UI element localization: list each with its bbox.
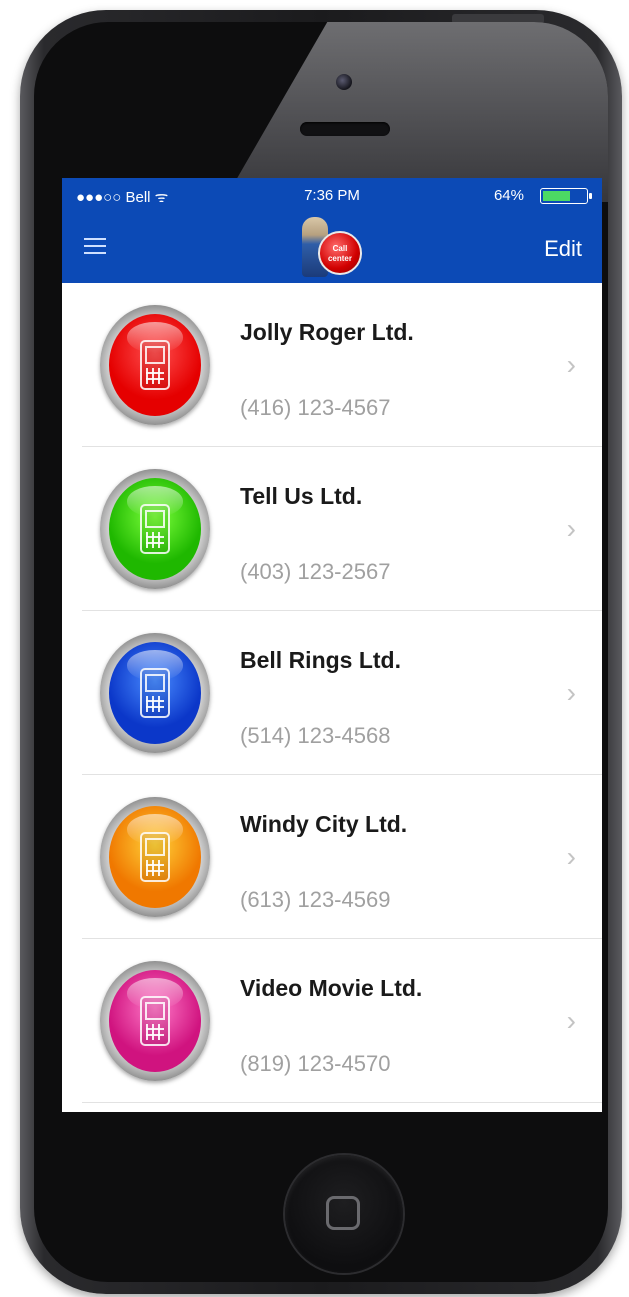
contact-phone: (819) 123-4570 (240, 1051, 391, 1076)
contact-row[interactable]: Video Movie Ltd. (819) 123-4570 › (62, 939, 602, 1103)
home-square-icon (326, 1196, 360, 1230)
contact-orb (100, 961, 210, 1081)
edit-button[interactable]: Edit (544, 236, 582, 262)
earpiece-speaker (300, 122, 390, 136)
orb-shine (127, 650, 183, 681)
orb-shine (127, 814, 183, 845)
contact-phone: (416) 123-4567 (240, 395, 391, 420)
contact-row[interactable]: Windy City Ltd. (613) 123-4569 › (62, 775, 602, 939)
contact-name: Video Movie Ltd. (240, 975, 423, 1001)
chevron-right-icon[interactable]: › (567, 1007, 576, 1035)
contact-row[interactable]: Bell Rings Ltd. (514) 123-4568 › (62, 611, 602, 775)
chevron-right-icon[interactable]: › (567, 351, 576, 379)
contact-phone: (403) 123-2567 (240, 559, 391, 584)
battery-tip (589, 193, 592, 199)
contact-list: Jolly Roger Ltd. (416) 123-4567 › Tell Us L… (62, 283, 602, 1103)
contact-name: Jolly Roger Ltd. (240, 319, 414, 345)
contact-orb (100, 305, 210, 425)
home-button[interactable] (285, 1155, 403, 1273)
chevron-right-icon[interactable]: › (567, 515, 576, 543)
contact-name: Bell Rings Ltd. (240, 647, 401, 673)
row-separator (82, 1102, 602, 1103)
contact-row[interactable]: Jolly Roger Ltd. (416) 123-4567 › (62, 283, 602, 447)
contact-row[interactable]: Tell Us Ltd. (403) 123-2567 › (62, 447, 602, 611)
contact-name: Windy City Ltd. (240, 811, 408, 837)
orb-shine (127, 322, 183, 353)
contact-name: Tell Us Ltd. (240, 483, 363, 509)
app-screen: ●●●○○ Bell ᯤ 7:36 PM 64% Call center Edi… (62, 178, 602, 1112)
contact-orb (100, 633, 210, 753)
orb-shine (127, 486, 183, 517)
app-header: ●●●○○ Bell ᯤ 7:36 PM 64% Call center Edi… (62, 178, 602, 283)
orb-color (109, 970, 201, 1072)
orb-shine (127, 978, 183, 1009)
contact-orb (100, 797, 210, 917)
glass-glare (223, 22, 608, 202)
contact-phone: (514) 123-4568 (240, 723, 391, 748)
front-camera (336, 74, 352, 90)
battery-level (543, 191, 570, 201)
orb-color (109, 806, 201, 908)
hamburger-menu-icon[interactable] (84, 238, 106, 256)
call-center-logo: Call center (296, 213, 372, 281)
orb-color (109, 478, 201, 580)
logo-badge: Call center (318, 231, 362, 275)
chevron-right-icon[interactable]: › (567, 843, 576, 871)
battery-icon (540, 188, 592, 204)
status-bar: ●●●○○ Bell ᯤ 7:36 PM 64% (62, 178, 602, 214)
contact-orb (100, 469, 210, 589)
battery-percent: 64% (493, 187, 524, 204)
chevron-right-icon[interactable]: › (567, 679, 576, 707)
orb-color (109, 314, 201, 416)
contact-phone: (613) 123-4569 (240, 887, 391, 912)
orb-color (109, 642, 201, 744)
